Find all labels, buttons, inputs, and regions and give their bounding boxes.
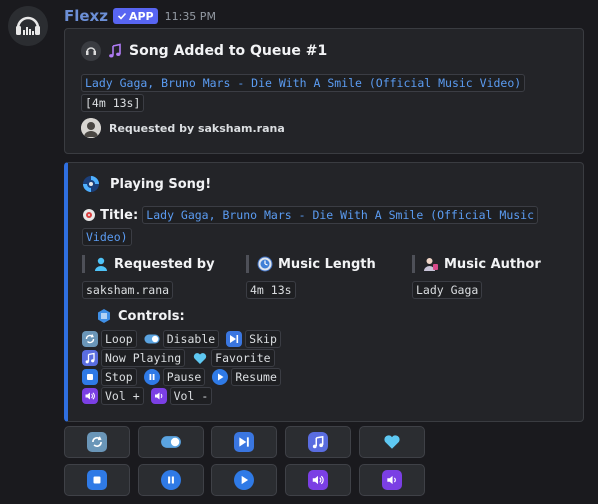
field-music-length-value-row: 4m 13s xyxy=(246,279,376,299)
queue-footer-text: Requested by saksham.rana xyxy=(109,121,285,135)
skip-button[interactable] xyxy=(211,426,277,458)
skip-icon xyxy=(226,331,243,347)
stop-icon xyxy=(87,470,107,490)
field-music-author-name: Music Author xyxy=(444,256,541,272)
control-pause-label: Pause xyxy=(162,368,206,386)
bot-username[interactable]: Flexz xyxy=(64,7,108,25)
heart-icon xyxy=(192,350,208,366)
loop-button[interactable] xyxy=(64,426,130,458)
playing-song-link-line1[interactable]: Lady Gaga, Bruno Mars - Die With A Smile… xyxy=(142,206,539,224)
playing-embed: Playing Song! Title: Lady Gaga, Bruno Ma… xyxy=(64,162,584,422)
user-icon xyxy=(93,256,109,272)
field-music-author-value: Lady Gaga xyxy=(412,281,483,299)
stop-icon xyxy=(82,369,98,385)
play-icon xyxy=(212,369,229,385)
field-music-length-header: Music Length xyxy=(246,255,376,273)
controls-row-4: Vol + Vol - xyxy=(82,387,213,405)
queue-embed: Song Added to Queue #1 Lady Gaga, Bruno … xyxy=(64,28,584,154)
queue-embed-title: Song Added to Queue #1 xyxy=(81,41,327,61)
field-music-length-name: Music Length xyxy=(278,256,376,272)
field-requested-by: Requested by saksham.rana xyxy=(82,255,215,299)
queue-footer: Requested by saksham.rana xyxy=(81,118,285,138)
controls-row-1: Loop Disable Skip xyxy=(82,330,281,348)
checkmark-icon xyxy=(117,12,127,20)
disable-button[interactable] xyxy=(138,426,204,458)
control-vol-down-label: Vol - xyxy=(169,387,213,405)
heart-icon xyxy=(383,434,401,450)
control-vol-up-label: Vol + xyxy=(101,387,144,405)
playing-song-row: Title: Lady Gaga, Bruno Mars - Die With … xyxy=(82,206,572,247)
message-header: Flexz APP 11:35 PM xyxy=(64,6,216,26)
playing-song-link-line2[interactable]: Video) xyxy=(82,228,132,246)
toggle-icon xyxy=(160,435,182,449)
control-skip-label: Skip xyxy=(245,330,281,348)
volume-up-icon xyxy=(82,388,98,404)
favorite-button[interactable] xyxy=(359,426,425,458)
volume-down-icon xyxy=(150,388,167,404)
queue-song-link[interactable]: Lady Gaga, Bruno Mars - Die With A Smile… xyxy=(81,74,526,92)
volume-up-button[interactable] xyxy=(285,464,351,496)
field-requested-by-name: Requested by xyxy=(114,256,215,272)
control-disable-label: Disable xyxy=(162,330,220,348)
queue-song-length: [4m 13s] xyxy=(81,94,145,112)
queue-length-row: [4m 13s] xyxy=(81,92,145,112)
queue-song-row: Lady Gaga, Bruno Mars - Die With A Smile… xyxy=(81,72,526,92)
now-playing-button[interactable] xyxy=(285,426,351,458)
field-requested-by-value-row: saksham.rana xyxy=(82,279,215,299)
control-stop-label: Stop xyxy=(101,368,137,386)
skip-icon xyxy=(234,432,254,452)
volume-down-button[interactable] xyxy=(359,464,425,496)
toggle-icon xyxy=(144,331,160,347)
disc-icon xyxy=(82,175,100,193)
playing-title-text: Playing Song! xyxy=(110,176,212,192)
loop-icon xyxy=(82,331,98,347)
field-music-length-value: 4m 13s xyxy=(246,281,296,299)
field-music-author-value-row: Lady Gaga xyxy=(412,279,541,299)
playing-embed-header: Playing Song! xyxy=(82,175,211,193)
queue-title-text: Song Added to Queue #1 xyxy=(129,43,328,59)
requester-avatar xyxy=(81,118,101,138)
app-badge: APP xyxy=(112,8,158,24)
artist-icon xyxy=(423,256,439,272)
control-resume-label: Resume xyxy=(231,368,281,386)
controls-header: Controls: xyxy=(96,308,185,324)
play-icon xyxy=(234,470,254,490)
field-requested-by-value: saksham.rana xyxy=(82,281,174,299)
pause-button[interactable] xyxy=(138,464,204,496)
headphones-icon xyxy=(81,41,101,61)
pause-icon xyxy=(143,369,160,385)
field-music-length: Music Length 4m 13s xyxy=(246,255,376,299)
pause-icon xyxy=(161,470,181,490)
controls-row-2: Now Playing Favorite xyxy=(82,349,275,367)
controls-icon xyxy=(96,308,112,324)
controls-title: Controls: xyxy=(118,308,185,324)
music-note-icon xyxy=(308,432,328,452)
control-favorite-label: Favorite xyxy=(211,349,275,367)
clock-icon xyxy=(257,256,273,272)
resume-button[interactable] xyxy=(211,464,277,496)
volume-up-icon xyxy=(308,470,328,490)
field-music-author-header: Music Author xyxy=(412,255,541,273)
message-timestamp: 11:35 PM xyxy=(164,9,216,23)
loop-icon xyxy=(87,432,107,452)
volume-down-icon xyxy=(382,470,402,490)
control-now-playing-label: Now Playing xyxy=(101,349,186,367)
bot-avatar[interactable] xyxy=(8,6,48,46)
title-label: Title: xyxy=(100,208,139,223)
stop-button[interactable] xyxy=(64,464,130,496)
field-music-author: Music Author Lady Gaga xyxy=(412,255,541,299)
field-requested-by-header: Requested by xyxy=(82,255,215,273)
music-note-icon xyxy=(82,350,98,366)
music-note-icon xyxy=(107,43,123,59)
record-icon xyxy=(82,208,96,228)
controls-row-3: Stop Pause Resume xyxy=(82,368,281,386)
app-badge-label: APP xyxy=(128,9,154,23)
control-loop-label: Loop xyxy=(101,330,137,348)
